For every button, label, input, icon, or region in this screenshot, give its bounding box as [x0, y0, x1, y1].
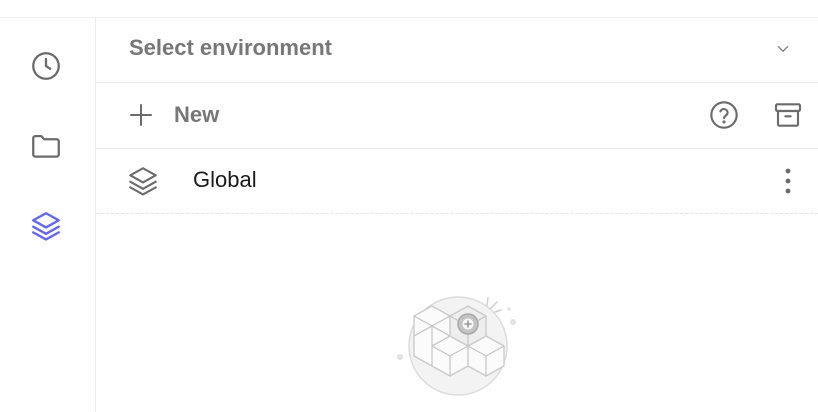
more-vertical-icon[interactable] [776, 163, 800, 199]
sidebar-rail [0, 18, 96, 412]
top-bar [0, 0, 818, 18]
new-button-label: New [174, 102, 220, 127]
help-circle-icon [710, 101, 738, 129]
environment-name: Global [193, 167, 257, 192]
chevron-down-icon [777, 46, 789, 52]
plus-icon [130, 104, 152, 126]
sidebar-item-collections[interactable] [22, 122, 70, 170]
environments-panel: Select environment New Global [96, 18, 818, 412]
environment-select-label: Select environment [129, 35, 332, 60]
environment-toolbar: New [96, 83, 818, 149]
archive-button[interactable] [771, 98, 805, 132]
folder-icon [32, 134, 60, 158]
layers-icon [32, 212, 60, 241]
sidebar-item-history[interactable] [22, 42, 70, 90]
archive-icon [774, 103, 802, 127]
clock-icon [32, 52, 60, 80]
blocks-illustration [397, 296, 516, 396]
layers-icon [129, 167, 157, 196]
help-button[interactable] [707, 98, 741, 132]
environment-select[interactable]: Select environment [96, 18, 818, 83]
environment-row-global[interactable]: Global [96, 149, 818, 214]
sidebar-item-environments[interactable] [22, 202, 70, 250]
new-environment-button[interactable]: New [126, 97, 219, 133]
